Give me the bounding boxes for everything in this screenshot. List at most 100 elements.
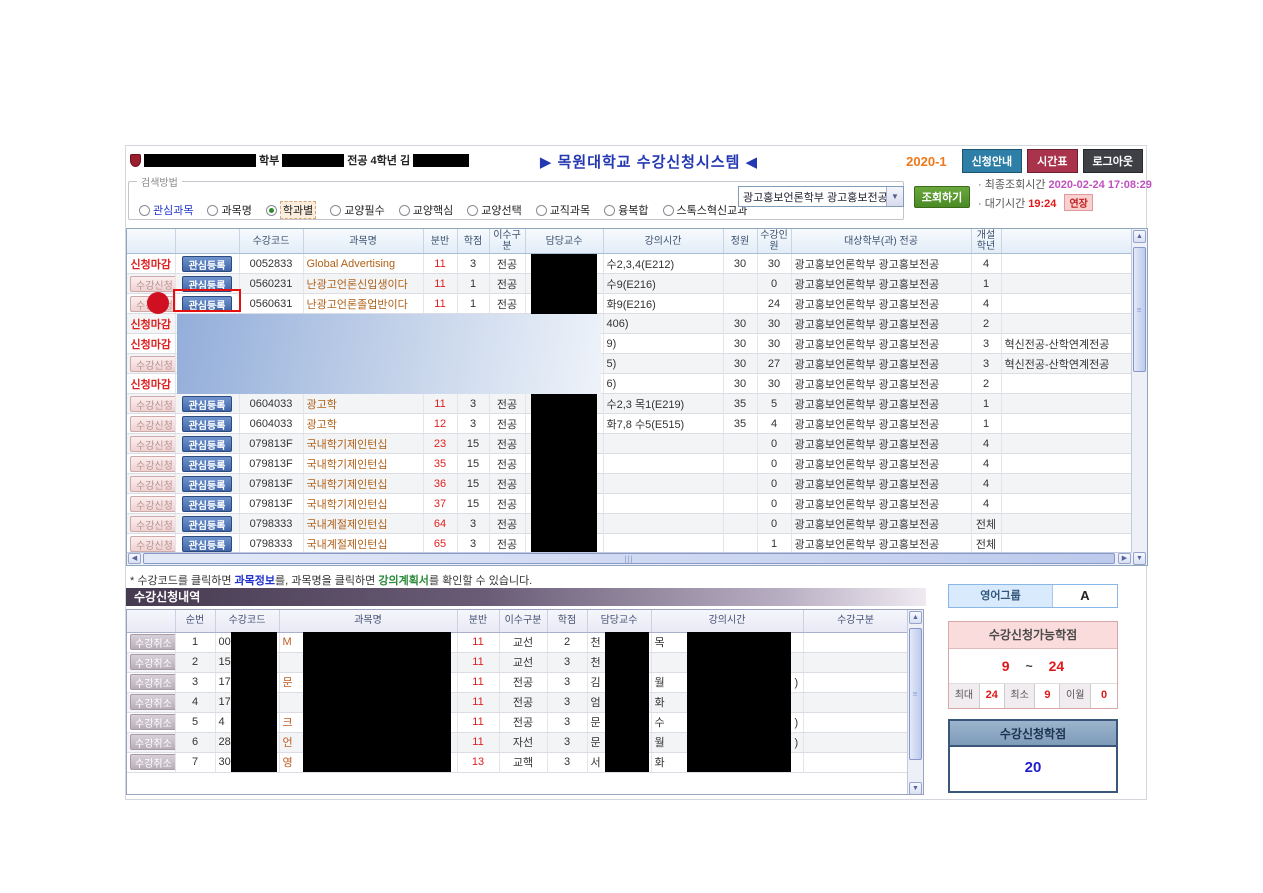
apply-button[interactable]: 수강신청 — [130, 396, 175, 412]
closed-status-label: 신청마감 — [131, 339, 171, 351]
scroll-down-icon[interactable]: ▼ — [909, 782, 922, 795]
tilde: ~ — [1026, 659, 1033, 673]
search-options: 관심과목 과목명 학과별 교양필수 교양핵심 교양선택 교직과목 융복합 스톡스혁신교과 — [139, 201, 747, 219]
course-row: 수강신청관심등록0798333국내계절제인턴십653전공1광고홍보언론학부 광고… — [127, 534, 1132, 554]
cell-course-name[interactable]: 광고학 — [303, 394, 423, 414]
interest-register-button[interactable]: 관심등록 — [182, 416, 233, 432]
search-option-학과별[interactable]: 학과별 — [266, 201, 316, 219]
course-vscroll-thumb[interactable]: ≡ — [1133, 247, 1146, 372]
interest-register-button[interactable]: 관심등록 — [182, 456, 233, 472]
english-group-label: 영어그룹 — [949, 585, 1053, 607]
search-option-관심과목[interactable]: 관심과목 — [139, 202, 193, 218]
cell-course-code[interactable]: 0052833 — [239, 254, 303, 274]
scroll-left-icon[interactable]: ◀ — [128, 553, 141, 564]
radio-icon[interactable] — [266, 205, 277, 216]
radio-icon[interactable] — [467, 205, 478, 216]
interest-register-button[interactable]: 관심등록 — [182, 476, 233, 492]
department-select[interactable]: 광고홍보언론학부 광고홍보전공 ▼ — [738, 186, 904, 207]
timetable-button[interactable]: 시간표 — [1027, 149, 1077, 173]
cell-course-code[interactable]: 079813F — [239, 454, 303, 474]
cell-course-name[interactable]: 광고학 — [303, 414, 423, 434]
scroll-down-icon[interactable]: ▼ — [1133, 552, 1146, 565]
interest-register-button[interactable]: 관심등록 — [182, 256, 233, 272]
cell-lecture-time — [603, 514, 723, 534]
radio-icon[interactable] — [399, 205, 410, 216]
cell-course-code[interactable]: 0560231 — [239, 274, 303, 294]
cell-course-code[interactable]: 079813F — [239, 434, 303, 454]
apply-button[interactable]: 수강신청 — [130, 276, 175, 292]
cell-target-department: 광고홍보언론학부 광고홍보전공 — [791, 294, 971, 314]
apply-button[interactable]: 수강신청 — [130, 456, 175, 472]
cell-course-name[interactable]: 국내계절제인턴십 — [303, 514, 423, 534]
cancel-enrollment-button[interactable]: 수강취소 — [130, 714, 175, 730]
enrolled-vscroll-thumb[interactable]: ≡ — [909, 628, 922, 760]
enrolled-vertical-scrollbar[interactable]: ▲ ≡ ▼ — [907, 610, 923, 795]
cell-action: 수강신청 — [127, 534, 175, 554]
interest-register-button[interactable]: 관심등록 — [182, 496, 233, 512]
time-suffix: ) — [795, 717, 799, 729]
radio-icon[interactable] — [536, 205, 547, 216]
guide-button[interactable]: 신청안내 — [962, 149, 1022, 173]
apply-button[interactable]: 수강신청 — [130, 536, 175, 552]
apply-button[interactable]: 수강신청 — [130, 436, 175, 452]
apply-button[interactable]: 수강신청 — [130, 356, 175, 372]
search-option-교양필수[interactable]: 교양필수 — [330, 202, 384, 218]
cell-course-code[interactable]: 0604033 — [239, 394, 303, 414]
interest-register-button[interactable]: 관심등록 — [182, 536, 233, 552]
search-option-교직과목[interactable]: 교직과목 — [536, 202, 590, 218]
logout-button[interactable]: 로그아웃 — [1083, 149, 1143, 173]
search-option-과목명[interactable]: 과목명 — [207, 202, 251, 218]
cell-course-name[interactable]: 난광고언론졸업반이다 — [303, 294, 423, 314]
cell-course-code[interactable]: 0560631 — [239, 294, 303, 314]
course-vertical-scrollbar[interactable]: ▲ ≡ ▼ — [1131, 229, 1147, 566]
cell-course-name[interactable]: 국내학기제인턴십 — [303, 494, 423, 514]
radio-icon[interactable] — [207, 205, 218, 216]
radio-icon[interactable] — [604, 205, 615, 216]
cell-course-code[interactable]: 0798333 — [239, 514, 303, 534]
apply-button[interactable]: 수강신청 — [130, 496, 175, 512]
cell-course-name[interactable]: Global Advertising — [303, 254, 423, 274]
cancel-enrollment-button[interactable]: 수강취소 — [130, 694, 175, 710]
cell-course-code[interactable]: 0798333 — [239, 534, 303, 554]
cancel-enrollment-button[interactable]: 수강취소 — [130, 634, 175, 650]
interest-register-button[interactable]: 관심등록 — [182, 516, 233, 532]
page-title: ▶ 목원대학교 수강신청시스템 ◀ — [486, 151, 812, 172]
cell-capacity — [723, 434, 757, 454]
radio-icon[interactable] — [330, 205, 341, 216]
interest-register-button[interactable]: 관심등록 — [182, 396, 233, 412]
scroll-right-icon[interactable]: ▶ — [1118, 553, 1131, 564]
course-hscroll-thumb[interactable]: ||| — [143, 553, 1115, 564]
cell-course-name[interactable]: 국내계절제인턴십 — [303, 534, 423, 554]
interest-register-button[interactable]: 관심등록 — [182, 436, 233, 452]
search-option-교양선택[interactable]: 교양선택 — [467, 202, 521, 218]
cell-note — [1001, 454, 1132, 474]
scroll-up-icon[interactable]: ▲ — [1133, 230, 1146, 243]
cell-course-code[interactable]: 0604033 — [239, 414, 303, 434]
min-value: 9 — [1035, 684, 1060, 708]
cancel-enrollment-button[interactable]: 수강취소 — [130, 754, 175, 770]
radio-icon[interactable] — [663, 205, 674, 216]
cell-section: 36 — [423, 474, 457, 494]
cell-course-name[interactable]: 국내학기제인턴십 — [303, 474, 423, 494]
cancel-enrollment-button[interactable]: 수강취소 — [130, 654, 175, 670]
cell-course-name[interactable]: 난광고언론신입생이다 — [303, 274, 423, 294]
query-button[interactable]: 조회하기 — [914, 186, 970, 208]
cell-course-code[interactable]: 079813F — [239, 474, 303, 494]
cancel-enrollment-button[interactable]: 수강취소 — [130, 674, 175, 690]
cell-course-name[interactable]: 국내학기제인턴십 — [303, 454, 423, 474]
apply-button[interactable]: 수강신청 — [130, 476, 175, 492]
scroll-up-icon[interactable]: ▲ — [909, 611, 922, 624]
search-option-교양핵심[interactable]: 교양핵심 — [399, 202, 453, 218]
cell-course-name[interactable]: 국내학기제인턴십 — [303, 434, 423, 454]
apply-button[interactable]: 수강신청 — [130, 416, 175, 432]
search-option-스톡스혁신교과[interactable]: 스톡스혁신교과 — [663, 202, 748, 218]
radio-icon[interactable] — [139, 205, 150, 216]
apply-button[interactable]: 수강신청 — [130, 516, 175, 532]
cell-course-code[interactable]: 079813F — [239, 494, 303, 514]
chevron-down-icon[interactable]: ▼ — [886, 187, 903, 206]
course-horizontal-scrollbar[interactable]: ◀ ||| ▶ — [127, 552, 1132, 565]
search-option-융복합[interactable]: 융복합 — [604, 202, 648, 218]
cancel-enrollment-button[interactable]: 수강취소 — [130, 734, 175, 750]
time-redaction-bar — [687, 632, 791, 772]
extend-button[interactable]: 연장 — [1064, 194, 1092, 211]
